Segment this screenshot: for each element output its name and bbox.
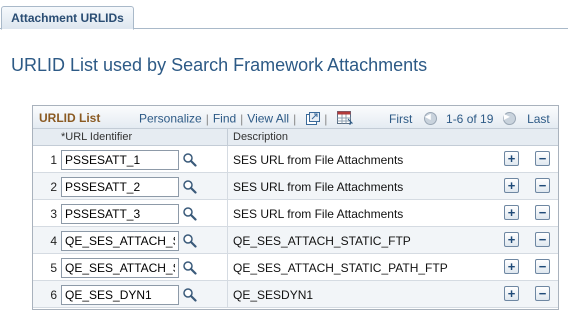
- cell-divider: [227, 227, 228, 254]
- description-value: SES URL from File Attachments: [233, 180, 404, 194]
- grid-pager: First ◀ 1-6 of 19 ▶ Last: [389, 111, 550, 126]
- table-row: 6 QE_SESDYN1 + −: [33, 281, 558, 308]
- first-link[interactable]: First: [389, 112, 412, 126]
- separator: |: [205, 111, 209, 126]
- last-link[interactable]: Last: [527, 112, 550, 126]
- add-row-button[interactable]: +: [504, 286, 519, 301]
- description-value: SES URL from File Attachments: [233, 153, 404, 167]
- url-identifier-input[interactable]: [61, 150, 179, 170]
- table-row: 2 SES URL from File Attachments + −: [33, 173, 558, 200]
- table-row: 5 QE_SES_ATTACH_STATIC_PATH_FTP + −: [33, 254, 558, 281]
- column-description[interactable]: Description: [233, 131, 288, 143]
- add-row-button[interactable]: +: [504, 205, 519, 220]
- grid-header: URLID List Personalize | Find | View All | | F…: [33, 106, 558, 129]
- row-number: 1: [50, 153, 57, 167]
- delete-row-button[interactable]: −: [535, 151, 550, 166]
- table-row: 1 SES URL from File Attachments + −: [33, 146, 558, 173]
- next-icon[interactable]: ▶: [502, 112, 516, 126]
- magnifier-icon[interactable]: [182, 152, 197, 167]
- url-identifier-input[interactable]: [61, 204, 179, 224]
- page-title: URLID List used by Search Framework Atta…: [11, 55, 428, 75]
- separator: |: [324, 111, 328, 126]
- magnifier-icon[interactable]: [182, 260, 197, 275]
- row-number: 4: [50, 234, 57, 248]
- url-identifier-input[interactable]: [61, 285, 179, 305]
- personalize-link[interactable]: Personalize: [139, 112, 202, 126]
- description-value: QE_SES_ATTACH_STATIC_FTP: [233, 234, 411, 248]
- row-number: 2: [50, 180, 57, 194]
- add-row-button[interactable]: +: [504, 259, 519, 274]
- previous-icon[interactable]: ◀: [423, 112, 437, 126]
- row-number: 6: [50, 288, 57, 302]
- column-url-identifier[interactable]: *URL Identifier: [61, 131, 132, 143]
- row-range: 1-6 of 19: [446, 111, 494, 126]
- magnifier-icon[interactable]: [182, 287, 197, 302]
- separator: |: [240, 111, 244, 126]
- view-all-link[interactable]: View All: [247, 112, 289, 126]
- url-identifier-input[interactable]: [61, 258, 179, 278]
- table-row: 4 QE_SES_ATTACH_STATIC_FTP + −: [33, 227, 558, 254]
- download-spreadsheet-icon[interactable]: [337, 111, 354, 128]
- grid-rows: 1 SES URL from File Attachments + − 2 SES URL…: [33, 146, 558, 308]
- description-value: QE_SES_ATTACH_STATIC_PATH_FTP: [233, 261, 448, 275]
- cell-divider: [227, 146, 228, 173]
- column-headers: *URL Identifier Description: [33, 129, 558, 146]
- url-identifier-input[interactable]: [61, 177, 179, 197]
- add-row-button[interactable]: +: [504, 178, 519, 193]
- row-number: 3: [50, 207, 57, 221]
- grid-nav-links: Personalize | Find | View All | |: [139, 111, 354, 128]
- url-identifier-input[interactable]: [61, 231, 179, 251]
- row-number: 5: [50, 261, 57, 275]
- description-value: QE_SESDYN1: [233, 288, 314, 302]
- urlid-grid: URLID List Personalize | Find | View All | | F…: [32, 105, 559, 310]
- magnifier-icon[interactable]: [182, 233, 197, 248]
- table-row: 3 SES URL from File Attachments + −: [33, 200, 558, 227]
- cell-divider: [227, 200, 228, 227]
- add-row-button[interactable]: +: [504, 151, 519, 166]
- zoom-icon[interactable]: [306, 111, 321, 128]
- column-divider: [227, 129, 228, 146]
- tab-attachment-urlids[interactable]: Attachment URLIDs: [1, 6, 134, 30]
- delete-row-button[interactable]: −: [535, 259, 550, 274]
- magnifier-icon[interactable]: [182, 179, 197, 194]
- delete-row-button[interactable]: −: [535, 286, 550, 301]
- add-row-button[interactable]: +: [504, 232, 519, 247]
- delete-row-button[interactable]: −: [535, 232, 550, 247]
- find-link[interactable]: Find: [213, 112, 236, 126]
- tab-bar: Attachment URLIDs: [0, 0, 568, 30]
- delete-row-button[interactable]: −: [535, 205, 550, 220]
- cell-divider: [227, 281, 228, 308]
- delete-row-button[interactable]: −: [535, 178, 550, 193]
- cell-divider: [227, 173, 228, 200]
- description-value: SES URL from File Attachments: [233, 207, 404, 221]
- cell-divider: [227, 254, 228, 281]
- separator: |: [293, 111, 297, 126]
- grid-title: URLID List: [39, 111, 101, 125]
- magnifier-icon[interactable]: [182, 206, 197, 221]
